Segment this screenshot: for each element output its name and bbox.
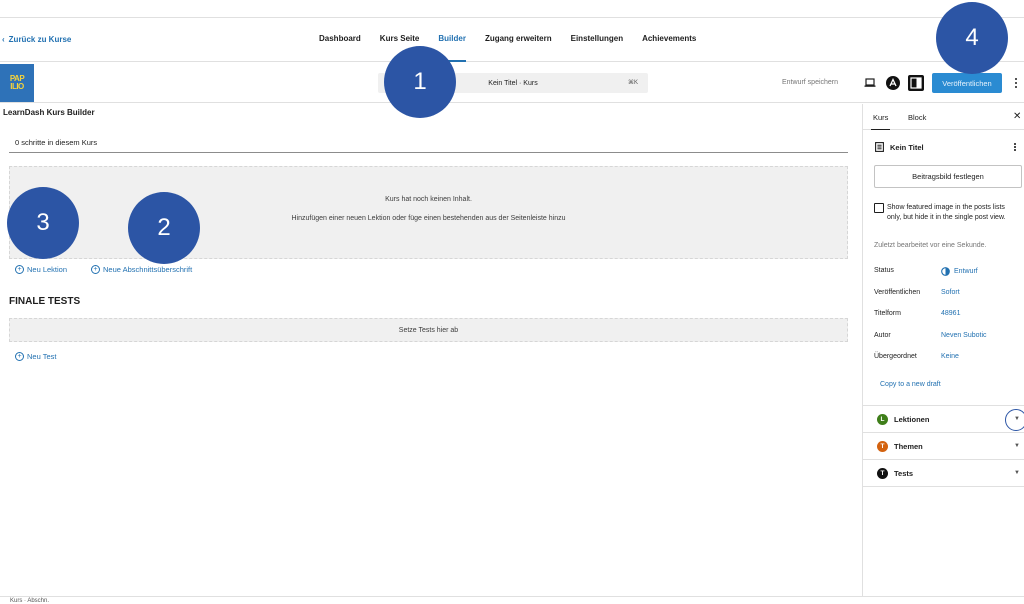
tests-drop-label: Setze Tests hier ab [398,326,459,334]
tests-drop-zone[interactable]: Setze Tests hier ab [9,318,848,342]
command-shortcut: ⌘K [627,80,638,86]
final-tests-heading: FINALE TESTS [9,296,81,307]
new-test-button[interactable]: + Neu Test [15,352,56,361]
status-value: Entwurf [954,268,978,275]
builder-title: LearnDash Kurs Builder [3,108,95,117]
chevron-down-icon: ▼ [1014,470,1020,476]
meta-label-publish: Veröffentlichen [874,289,921,296]
meta-label-author: Autor [874,332,891,339]
new-test-label: Neu Test [27,352,57,361]
empty-title: Kurs hat noch keinen Inhalt. [385,196,472,203]
preview-icon[interactable] [862,75,878,91]
new-lesson-button[interactable]: + Neu Lektion [15,265,67,274]
course-tabs: Dashboard Kurs Seite Builder Zugang erwe… [319,18,715,62]
tab-dashboard[interactable]: Dashboard [319,18,361,62]
panel-themen-label: Themen [894,442,923,451]
plus-circle-icon: + [15,352,24,361]
steps-count: 0 schritte in diesem Kurs [15,138,98,147]
meta-label-status: Status [874,267,894,274]
featured-image-checkbox-label: Show featured image in the posts lists o… [887,204,1006,221]
tab-kurs[interactable]: Kurs [870,113,891,130]
topic-badge-icon: T [877,441,888,452]
lesson-badge-icon: L [877,414,888,425]
author-button[interactable]: Neven Subotic [941,332,987,339]
test-badge-icon: T [877,468,888,479]
meta-label-slug: Titelform [874,310,901,317]
publish-button[interactable]: Veröffentlichen [932,73,1002,93]
back-to-courses-link[interactable]: ‹ Zurück zu Kurse [2,35,71,44]
divider [9,152,848,153]
close-icon[interactable]: ✕ [1013,111,1021,122]
course-builder: LearnDash Kurs Builder 0 schritte in die… [0,104,862,596]
parent-button[interactable]: Keine [941,353,959,360]
site-logo[interactable]: PAP ILIO [0,64,34,102]
sidebar-toggle-icon[interactable] [908,75,924,91]
tab-einstellungen[interactable]: Einstellungen [571,18,623,62]
meta-label-parent: Übergeordnet [874,353,917,360]
post-title-label: Kein Titel [890,142,924,152]
sidebar-tabs: Kurs Block ✕ [863,104,1024,130]
annotation-badge-2: 2 [128,192,200,264]
plus-circle-icon: + [91,265,100,274]
copy-to-draft-button[interactable]: Copy to a new draft [880,381,941,388]
slug-button[interactable]: 48961 [941,310,960,317]
tab-block[interactable]: Block [908,113,926,122]
last-edited-text: Zuletzt bearbeitet vor eine Sekunde. [874,242,987,249]
tab-achievements[interactable]: Achievements [642,18,696,62]
chevron-down-icon: ▼ [1014,416,1020,422]
astra-icon[interactable] [885,75,901,91]
featured-image-checkbox[interactable] [874,203,884,213]
logo-text-bottom: ILIO [10,82,24,91]
panel-themen[interactable]: T Themen ▼ [863,432,1024,459]
post-summary-title: Kein Titel [875,142,924,152]
panel-lektionen[interactable]: L Lektionen ▼ [863,405,1024,432]
more-options-icon[interactable] [1011,75,1021,91]
panel-tests-label: Tests [894,469,914,478]
panel-lektionen-label: Lektionen [894,415,930,424]
chevron-left-icon: ‹ [2,35,5,44]
footer-breadcrumb: Kurs · Abschn. [0,596,1024,604]
post-actions-icon[interactable] [1012,142,1018,152]
new-section-heading-button[interactable]: + Neue Abschnittsüberschrift [91,265,192,274]
course-nav-bar: ‹ Zurück zu Kurse Dashboard Kurs Seite B… [0,18,1024,62]
panel-tests[interactable]: T Tests ▼ [863,459,1024,486]
save-draft-button[interactable]: Entwurf speichern [782,79,838,86]
chevron-down-icon: ▼ [1014,443,1020,449]
panel-divider [863,486,1024,487]
editor-toolbar: PAP ILIO Kein Titel · Kurs ⌘K Entwurf sp… [0,63,1024,103]
command-title: Kein Titel · Kurs [488,79,538,87]
tab-zugang-erweitern[interactable]: Zugang erweitern [485,18,552,62]
new-section-label: Neue Abschnittsüberschrift [103,265,193,274]
plus-circle-icon: + [15,265,24,274]
status-value-button[interactable]: Entwurf [941,267,978,276]
settings-sidebar: Kurs Block ✕ Kein Titel Beitragsbild fes… [862,104,1024,596]
set-featured-image-button[interactable]: Beitragsbild festlegen [874,165,1022,188]
draft-status-icon [941,267,950,276]
document-icon [875,142,884,152]
annotation-badge-1: 1 [384,46,456,118]
browser-top-strip [0,0,1024,18]
annotation-badge-4: 4 [936,2,1008,74]
footer-text: Kurs · Abschn. [10,598,50,604]
back-link-label: Zurück zu Kurse [8,35,72,44]
publish-date-button[interactable]: Sofort [941,289,960,296]
annotation-badge-3: 3 [7,187,79,259]
new-lesson-label: Neu Lektion [27,265,68,274]
